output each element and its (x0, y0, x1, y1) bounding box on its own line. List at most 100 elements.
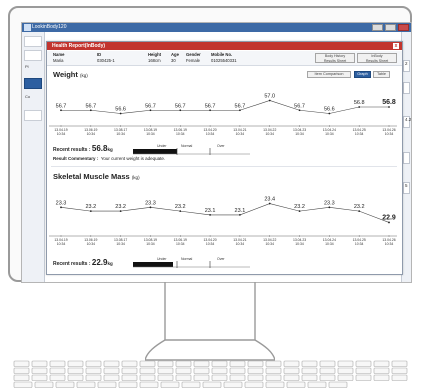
keyboard-key (103, 374, 120, 381)
x-tick-label: 10:34 (176, 132, 185, 136)
left-panel-item[interactable]: Co (24, 94, 42, 105)
data-label: 56.8 (382, 99, 396, 106)
keyboard-key (49, 374, 66, 381)
stand-base (145, 339, 275, 361)
keyboard-key (175, 374, 192, 381)
data-label: 56.6 (115, 107, 126, 113)
x-tick-label: 10:34 (385, 132, 394, 136)
weight-line-chart: 56.713.04.1910:3456.713.06.1910:3456.613… (49, 94, 397, 136)
keyboard-key (319, 374, 336, 381)
keyboard-key (139, 367, 156, 374)
keyboard-key (355, 367, 372, 374)
right-panel-tab[interactable]: 2 (403, 60, 410, 72)
keyboard-key (67, 360, 84, 367)
x-tick-label: 10:34 (57, 132, 66, 136)
report-close-button[interactable]: x (393, 43, 399, 49)
keyboard-key (31, 360, 48, 367)
x-tick-label: 10:34 (385, 242, 394, 246)
keyboard-key (319, 367, 336, 374)
keyboard (13, 360, 408, 388)
keyboard-key (247, 374, 264, 381)
keyboard-key (286, 381, 306, 388)
data-label: 23.2 (354, 204, 365, 210)
window-close-button[interactable] (398, 24, 409, 31)
right-panel-tab[interactable]: 5 (403, 182, 410, 194)
data-point (298, 109, 301, 112)
app-title: LookinBody120 (32, 24, 67, 30)
keyboard-key (85, 374, 102, 381)
keyboard-key (211, 374, 228, 381)
table-button[interactable]: Table (373, 71, 390, 78)
keyboard-key (85, 367, 102, 374)
left-panel-item[interactable] (24, 36, 42, 47)
graph-button[interactable]: Graph (354, 71, 371, 78)
keyboard-key (355, 360, 372, 367)
keyboard-key (49, 360, 66, 367)
x-tick-label: 10:34 (57, 242, 66, 246)
weight-recent-results: Recent results : 56.8kg (53, 144, 113, 153)
data-point (89, 109, 92, 112)
monitor-bezel: LookinBody120 Pl Co 2 4.2 5 Health Repor… (8, 6, 412, 283)
right-panel-tab[interactable] (403, 152, 410, 164)
keyboard-key (118, 381, 138, 388)
smm-recent-value: 22.9 (91, 258, 108, 267)
item-comparison-button[interactable]: Item Comparison (307, 71, 351, 78)
data-label: 23.1 (205, 208, 216, 214)
data-point (149, 109, 152, 112)
data-point (358, 210, 361, 213)
minimize-button[interactable] (372, 24, 383, 31)
data-label: 23.4 (264, 197, 275, 203)
data-label: 23.1 (235, 208, 246, 214)
x-tick-label: 10:34 (206, 132, 215, 136)
keyboard-key (121, 374, 138, 381)
keyboard-key (85, 360, 102, 367)
keyboard-key (13, 374, 30, 381)
skeletal-muscle-mass-line-chart: 23.313.04.1910:3423.213.06.1910:3423.213… (49, 197, 397, 246)
data-label: 56.8 (354, 100, 365, 106)
keyboard-key (391, 367, 408, 374)
data-point (358, 106, 361, 108)
x-tick-label: 10:34 (355, 132, 364, 136)
keyboard-key (175, 367, 192, 374)
range-label-under: Under (157, 144, 167, 148)
keyboard-key (31, 367, 48, 374)
keyboard-key (229, 367, 246, 374)
keyboard-key (76, 381, 96, 388)
left-panel-item[interactable] (24, 110, 42, 121)
x-tick-label: 10:34 (355, 242, 364, 246)
report-title: Health Report(InBody) (52, 43, 106, 49)
monitor-stand (145, 282, 275, 361)
x-tick-label: 10:34 (236, 132, 245, 136)
keyboard-key (229, 374, 246, 381)
left-panel-item-active[interactable] (24, 78, 42, 89)
range-label-normal: Normal (181, 257, 193, 261)
left-panel-item[interactable] (24, 50, 42, 61)
body-history-results-button[interactable]: Body History Results Sheet (315, 53, 355, 63)
maximize-button[interactable] (385, 24, 396, 31)
info-gender: Gender Female (186, 52, 201, 63)
right-panel-tab[interactable]: 4.2 (403, 116, 411, 128)
data-label: 56.7 (85, 103, 96, 109)
data-point (179, 210, 182, 213)
range-bar-fill (133, 262, 173, 267)
keyboard-key (139, 381, 159, 388)
data-label: 56.7 (235, 103, 246, 109)
left-panel-item[interactable]: Pl (24, 64, 42, 75)
keyboard-key (103, 367, 120, 374)
keyboard-key (193, 367, 210, 374)
health-report-dialog: Health Report(InBody) x Name Maria ID 0304… (46, 41, 403, 275)
x-tick-label: 10:34 (295, 242, 304, 246)
inbody-results-button[interactable]: InBody Results Sheet (357, 53, 397, 63)
weight-range-bar: Under Normal Over (133, 144, 250, 155)
series-line (61, 100, 389, 114)
keyboard-key (301, 367, 318, 374)
x-tick-label: 10:34 (325, 242, 334, 246)
right-panel-tab[interactable] (403, 82, 410, 94)
keyboard-key (211, 360, 228, 367)
data-point (60, 109, 62, 112)
data-label: 23.3 (56, 200, 67, 206)
stand-neck (164, 282, 256, 341)
app-titlebar: LookinBody120 (22, 23, 411, 32)
data-point (119, 210, 122, 213)
keyboard-key (160, 381, 180, 388)
